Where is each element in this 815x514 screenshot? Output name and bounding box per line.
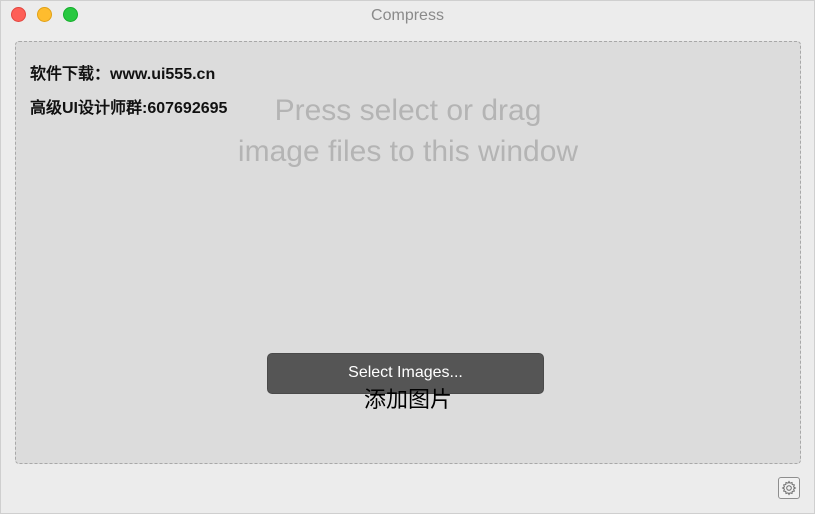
- gear-icon: [781, 480, 797, 496]
- settings-button[interactable]: [778, 477, 800, 499]
- titlebar: Compress: [1, 1, 814, 31]
- drop-hint-line2: image files to this window: [237, 135, 579, 168]
- drop-hint-line1: Press select or drag: [274, 94, 542, 127]
- window-title: Compress: [371, 7, 444, 24]
- drop-zone[interactable]: 软件下载：www.ui555.cn 高级UI设计师群:607692695 Pre…: [15, 41, 801, 464]
- app-window: Compress 软件下载：www.ui555.cn 高级UI设计师群:6076…: [0, 0, 815, 514]
- watermark-download-site: 软件下载：www.ui555.cn: [30, 66, 216, 83]
- add-images-label: 添加图片: [363, 387, 452, 412]
